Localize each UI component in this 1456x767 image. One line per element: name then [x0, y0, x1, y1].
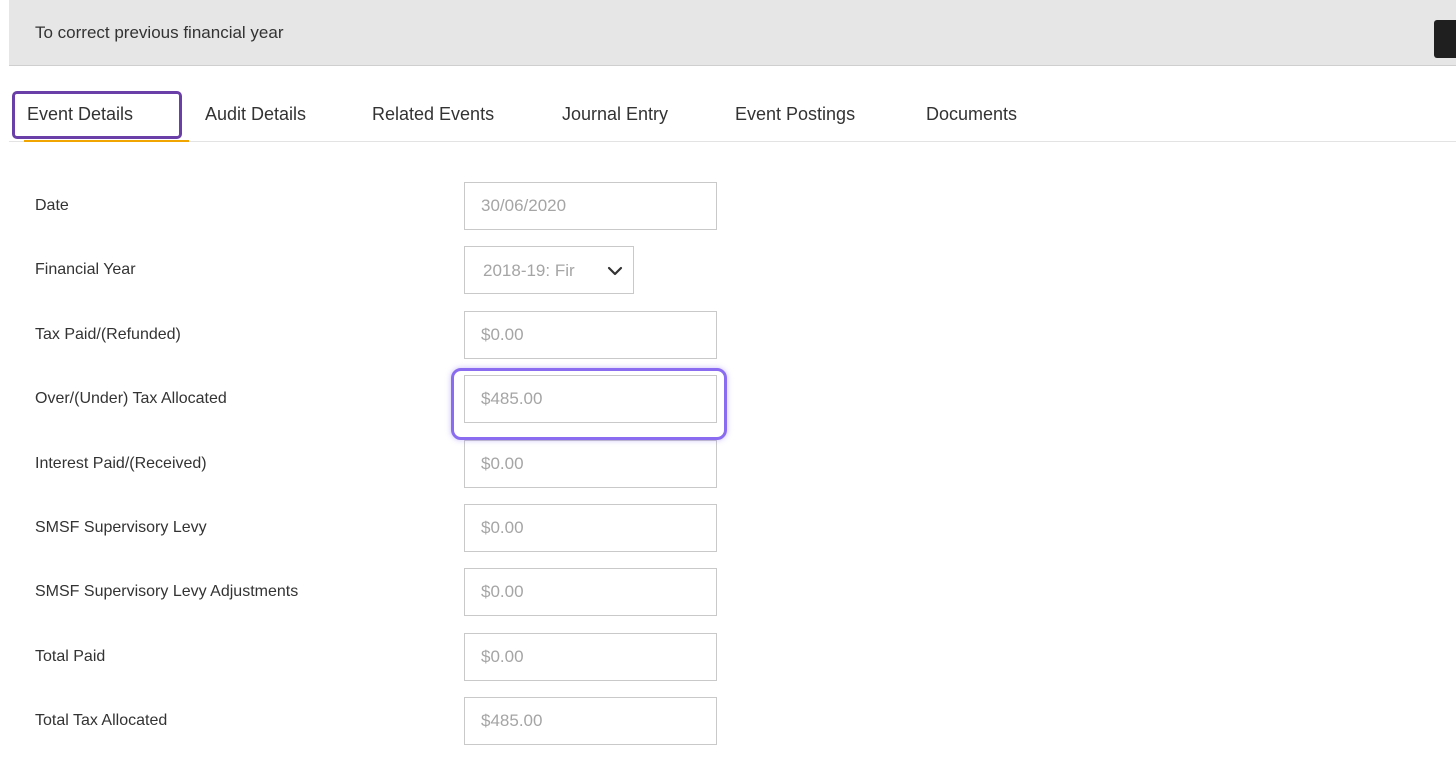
smsf-levy-adjustments-label: SMSF Supervisory Levy Adjustments: [35, 583, 299, 600]
tab-label: Event Postings: [735, 104, 856, 124]
total-tax-allocated-label: Total Tax Allocated: [35, 712, 168, 729]
financial-year-value: 2018-19: Fir: [483, 261, 575, 280]
financial-year-select[interactable]: 2018-19: Fir: [464, 246, 634, 294]
tab-label: Related Events: [372, 104, 495, 124]
tab-bar: Event Details Audit Details Related Even…: [9, 84, 1456, 142]
form-row-total-paid: Total Paid: [35, 633, 735, 681]
chevron-down-icon: [607, 266, 623, 276]
tab-label: Documents: [926, 104, 1018, 124]
tab-label: Audit Details: [205, 104, 307, 124]
page: To correct previous financial year Event…: [0, 0, 1456, 767]
total-paid-label: Total Paid: [35, 648, 106, 665]
form-row-total-tax-allocated: Total Tax Allocated: [35, 697, 735, 745]
form-row-over-under-tax: Over/(Under) Tax Allocated: [35, 375, 735, 423]
form-row-tax-paid: Tax Paid/(Refunded): [35, 311, 735, 359]
date-input[interactable]: [464, 182, 717, 230]
tax-paid-label: Tax Paid/(Refunded): [35, 326, 181, 343]
smsf-levy-input[interactable]: [464, 504, 717, 552]
form-row-date: Date: [35, 182, 735, 230]
interest-paid-input[interactable]: [464, 440, 717, 488]
total-paid-input[interactable]: [464, 633, 717, 681]
smsf-levy-adjustments-input[interactable]: [464, 568, 717, 616]
date-label: Date: [35, 197, 69, 214]
form-row-smsf-levy: SMSF Supervisory Levy: [35, 504, 735, 552]
financial-year-label: Financial Year: [35, 261, 136, 278]
tab-label: Event Details: [27, 104, 134, 124]
interest-paid-label: Interest Paid/(Received): [35, 455, 207, 472]
over-under-tax-input[interactable]: [464, 375, 717, 423]
tax-paid-input[interactable]: [464, 311, 717, 359]
tab-label: Journal Entry: [562, 104, 669, 124]
form-row-financial-year: Financial Year 2018-19: Fir: [35, 246, 735, 294]
smsf-levy-label: SMSF Supervisory Levy: [35, 519, 207, 536]
form-row-interest-paid: Interest Paid/(Received): [35, 440, 735, 488]
form-row-smsf-levy-adjustments: SMSF Supervisory Levy Adjustments: [35, 568, 735, 616]
active-tab-indicator: [24, 140, 189, 142]
total-tax-allocated-input[interactable]: [464, 697, 717, 745]
page-title: To correct previous financial year: [35, 23, 284, 42]
header-action-button[interactable]: [1434, 20, 1456, 58]
over-under-tax-label: Over/(Under) Tax Allocated: [35, 390, 227, 407]
header-bar: To correct previous financial year: [9, 0, 1456, 66]
